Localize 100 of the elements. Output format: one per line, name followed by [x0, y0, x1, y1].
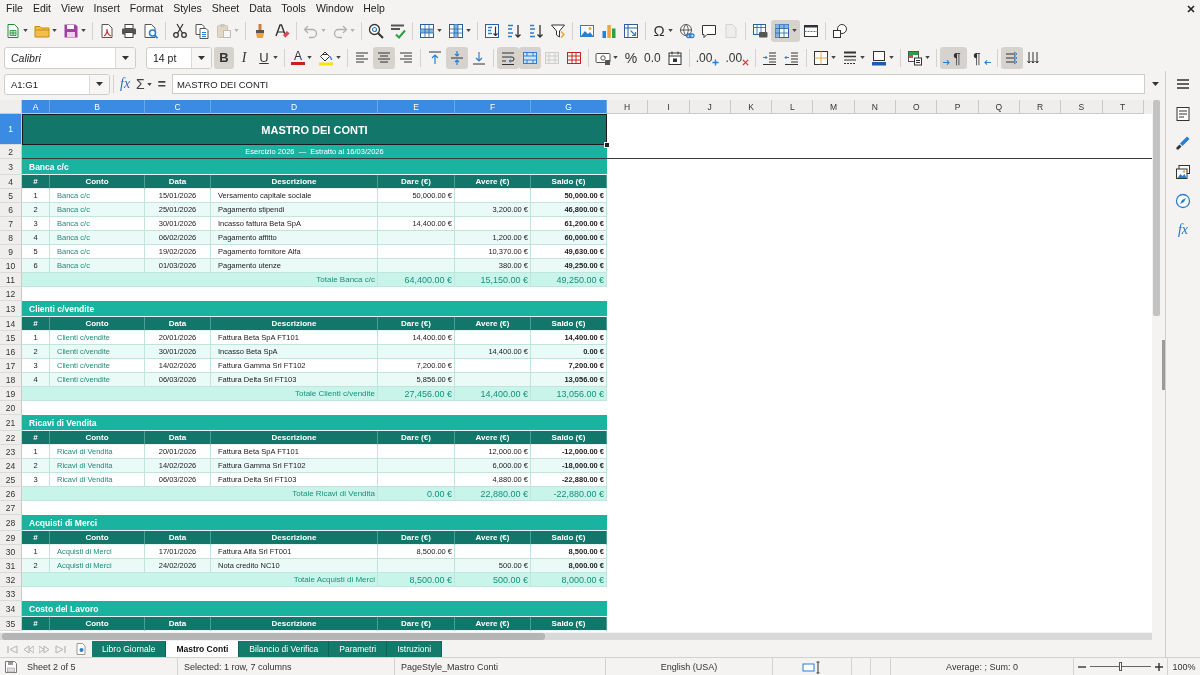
sheet-row-header[interactable]: 17 [0, 359, 22, 373]
scrollbar-thumb[interactable] [1153, 100, 1160, 316]
delete-decimal-place-button[interactable]: .00 [722, 46, 753, 69]
text-left-to-right-button[interactable] [1001, 46, 1024, 69]
dropdown-button[interactable] [191, 47, 211, 68]
sheet-row-header[interactable]: 35 [0, 617, 22, 631]
horizontal-scrollbar[interactable] [0, 633, 1152, 640]
menu-item[interactable]: Insert [88, 0, 125, 17]
sheet-tab[interactable]: Libro Giornale [92, 641, 167, 657]
menu-item[interactable]: Help [358, 0, 390, 17]
menu-item[interactable]: Styles [168, 0, 207, 17]
center-vertically-button[interactable] [446, 46, 468, 69]
dropdown-button[interactable] [89, 74, 109, 94]
sheet-column-header[interactable]: O [896, 100, 938, 114]
sheet-row-header[interactable]: 25 [0, 473, 22, 487]
sheet-row-header[interactable]: 26 [0, 487, 22, 501]
sheet-tab[interactable]: Parametri [329, 641, 388, 657]
sheet-row-header[interactable]: 22 [0, 431, 22, 445]
sheet-row-header[interactable]: 34 [0, 601, 22, 617]
sidebar-handle[interactable] [1162, 340, 1165, 390]
sheet-row-header[interactable]: 7 [0, 217, 22, 231]
selection-mode-icon[interactable] [802, 659, 822, 674]
language-status[interactable]: English (USA) [660, 661, 718, 672]
merge-and-center-button[interactable] [519, 46, 541, 69]
sheet-column-header[interactable]: R [1019, 100, 1062, 114]
zoom-level[interactable]: 100% [1172, 661, 1196, 672]
sheet-row-header[interactable]: 30 [0, 545, 22, 559]
sheet-column-header[interactable]: H [607, 100, 649, 114]
font-color-button[interactable]: A [288, 46, 315, 69]
zoom-slider-thumb[interactable] [1119, 662, 1122, 671]
sheet-column-header[interactable]: E [378, 100, 455, 114]
menu-item[interactable]: Data [244, 0, 277, 17]
sheet-row-header[interactable]: 28 [0, 515, 22, 531]
zoom-in-button[interactable] [1155, 662, 1163, 671]
percent-format-button[interactable]: % [621, 46, 641, 69]
fill-handle-icon[interactable] [604, 142, 610, 148]
sheet-row-header[interactable]: 32 [0, 573, 22, 587]
menu-item[interactable]: File [1, 0, 28, 17]
sheet-row-header[interactable]: 5 [0, 189, 22, 203]
formula-button[interactable]: = [154, 73, 169, 95]
sheet-column-header[interactable]: B [50, 100, 145, 114]
sheet-row-header[interactable]: 3 [0, 159, 22, 175]
sheet-tab[interactable]: Mastro Conti [166, 641, 240, 657]
name-box[interactable]: A1:G1 [4, 73, 110, 95]
underline-button[interactable]: U [254, 46, 281, 69]
sheet-column-header[interactable]: K [730, 100, 773, 114]
freeze-rows-columns-button[interactable] [771, 19, 800, 42]
save-icon[interactable] [4, 659, 18, 674]
sheet-column-header[interactable]: T [1102, 100, 1144, 114]
menu-item[interactable]: Window [310, 0, 359, 17]
special-character-button[interactable]: Ω [649, 19, 676, 42]
sheet-row-header[interactable]: 20 [0, 401, 22, 415]
sheet-row-header[interactable]: 10 [0, 259, 22, 273]
add-decimal-place-button[interactable]: .00 [692, 46, 723, 69]
font-size-field[interactable]: 14 pt [146, 46, 212, 69]
dropdown-button[interactable] [115, 47, 135, 68]
menu-item[interactable]: Edit [27, 0, 56, 17]
sheet-column-header[interactable]: D [211, 100, 378, 114]
sheet-row-header[interactable]: 27 [0, 501, 22, 515]
sheet-row-header[interactable]: 23 [0, 445, 22, 459]
sheet-column-header[interactable]: P [937, 100, 979, 114]
right-to-left-button[interactable]: ¶ [967, 46, 995, 69]
functions-button[interactable]: fx [1171, 219, 1195, 241]
sheet-row-header[interactable]: 1 [0, 114, 22, 145]
sheet-row-header[interactable]: 14 [0, 317, 22, 331]
sheet-row-header[interactable]: 12 [0, 287, 22, 301]
sheet-column-header[interactable]: L [772, 100, 814, 114]
add-sheet-button[interactable] [74, 641, 88, 657]
sheet-column-header[interactable]: S [1061, 100, 1103, 114]
sheet-tab[interactable]: Istruzioni [387, 641, 443, 657]
page-style[interactable]: PageStyle_Mastro Conti [401, 661, 499, 672]
sheet-row-header[interactable]: 21 [0, 415, 22, 431]
sheet-column-header[interactable]: C [145, 100, 211, 114]
wrap-text-button[interactable] [497, 46, 519, 69]
sheet-row-header[interactable]: 8 [0, 231, 22, 245]
sheet-row-header[interactable]: 24 [0, 459, 22, 473]
menu-item[interactable]: Sheet [206, 0, 245, 17]
close-document-button[interactable] [1187, 4, 1195, 13]
sheet-row-header[interactable]: 11 [0, 273, 22, 287]
menu-item[interactable]: Format [124, 0, 169, 17]
scrollbar-thumb[interactable] [2, 633, 545, 640]
sheet-row-header[interactable]: 33 [0, 587, 22, 601]
sheet-column-header[interactable]: J [689, 100, 731, 114]
sheet-row-header[interactable]: 6 [0, 203, 22, 217]
sheet-row-header[interactable]: 9 [0, 245, 22, 259]
sheet-row-header[interactable]: 31 [0, 559, 22, 573]
sheet-row-header[interactable]: 2 [0, 145, 22, 159]
sheet-row-header[interactable]: 19 [0, 387, 22, 401]
sheet-row-header[interactable]: 29 [0, 531, 22, 545]
sheet-row-header[interactable]: 18 [0, 373, 22, 387]
sheet-tab[interactable]: Bilancio di Verifica [239, 641, 330, 657]
sheet-row-header[interactable]: 13 [0, 301, 22, 317]
sheet-column-header[interactable]: F [455, 100, 531, 114]
font-name-field[interactable]: Calibri [4, 46, 136, 69]
menu-item[interactable]: View [56, 0, 89, 17]
sheet-column-header[interactable]: I [648, 100, 690, 114]
sheet-column-header[interactable]: G [531, 100, 607, 114]
formula-input-field[interactable]: MASTRO DEI CONTI [171, 74, 1145, 94]
sheet-column-header[interactable]: A [22, 100, 50, 114]
sum-button[interactable]: Σ [133, 73, 155, 95]
